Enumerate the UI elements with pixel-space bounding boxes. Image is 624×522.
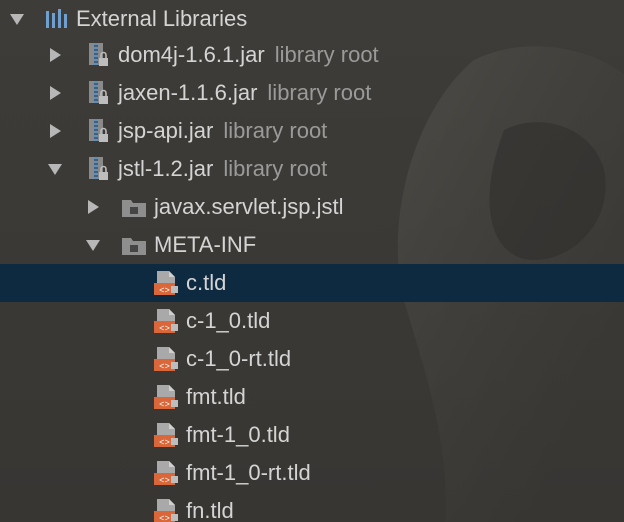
file-name: c-1_0.tld [186, 308, 271, 333]
file-name: fmt.tld [186, 384, 246, 409]
library-root-label: library root [223, 118, 328, 143]
tld-file-icon: <> [152, 345, 180, 373]
tree-node-file-selected[interactable]: <> c.tld [0, 264, 624, 302]
file-name: fn.tld [186, 498, 234, 522]
tree-node-file[interactable]: <> fmt-1_0-rt.tld [0, 454, 624, 492]
library-root-label: library root [223, 156, 328, 181]
tree-node-package[interactable]: javax.servlet.jsp.jstl [0, 188, 624, 226]
libraries-icon [42, 5, 70, 33]
package-folder-icon [120, 231, 148, 259]
expanded-arrow-icon[interactable] [8, 10, 26, 28]
tree-node-file[interactable]: <> c-1_0-rt.tld [0, 340, 624, 378]
svg-text:<>: <> [159, 476, 170, 486]
svg-text:<>: <> [159, 362, 170, 372]
tld-file-icon: <> [152, 497, 180, 522]
jar-icon [84, 79, 112, 107]
tld-file-icon: <> [152, 421, 180, 449]
tree-node-file[interactable]: <> fmt.tld [0, 378, 624, 416]
package-name: javax.servlet.jsp.jstl [154, 194, 344, 219]
collapsed-arrow-icon[interactable] [46, 46, 64, 64]
collapsed-arrow-icon[interactable] [46, 122, 64, 140]
tree-node-file[interactable]: <> c-1_0.tld [0, 302, 624, 340]
tld-file-icon: <> [152, 269, 180, 297]
tree-node-library[interactable]: jstl-1.2.jar library root [0, 150, 624, 188]
tld-file-icon: <> [152, 383, 180, 411]
collapsed-arrow-icon[interactable] [46, 84, 64, 102]
tree-node-label: External Libraries [76, 6, 248, 31]
library-name: dom4j-1.6.1.jar [118, 42, 265, 67]
svg-text:<>: <> [159, 438, 170, 448]
library-root-label: library root [274, 42, 379, 67]
tld-file-icon: <> [152, 307, 180, 335]
svg-text:<>: <> [159, 400, 170, 410]
jar-icon [84, 155, 112, 183]
svg-text:<>: <> [159, 286, 170, 296]
expanded-arrow-icon[interactable] [46, 160, 64, 178]
tree-node-library[interactable]: dom4j-1.6.1.jar library root [0, 36, 624, 74]
file-name: c-1_0-rt.tld [186, 346, 292, 371]
expanded-arrow-icon[interactable] [84, 236, 102, 254]
library-name: jsp-api.jar [118, 118, 214, 143]
tree-node-file[interactable]: <> fn.tld [0, 492, 624, 522]
jar-icon [84, 41, 112, 69]
library-name: jstl-1.2.jar [118, 156, 214, 181]
tree-node-library[interactable]: jaxen-1.1.6.jar library root [0, 74, 624, 112]
tld-file-icon: <> [152, 459, 180, 487]
library-name: jaxen-1.1.6.jar [118, 80, 258, 105]
file-name: fmt-1_0.tld [186, 422, 290, 447]
tree-node-folder[interactable]: META-INF [0, 226, 624, 264]
folder-name: META-INF [154, 232, 257, 257]
svg-text:<>: <> [159, 324, 170, 334]
tree-node-file[interactable]: <> fmt-1_0.tld [0, 416, 624, 454]
tree-node-library[interactable]: jsp-api.jar library root [0, 112, 624, 150]
file-name: fmt-1_0-rt.tld [186, 460, 311, 485]
tree-node-external-libraries[interactable]: External Libraries [0, 0, 624, 38]
package-folder-icon [120, 193, 148, 221]
file-name: c.tld [186, 270, 227, 295]
project-tree-panel: External Libraries dom4j-1.6.1.jar libra… [0, 0, 624, 522]
jar-icon [84, 117, 112, 145]
library-root-label: library root [267, 80, 372, 105]
svg-text:<>: <> [159, 514, 170, 522]
collapsed-arrow-icon[interactable] [84, 198, 102, 216]
